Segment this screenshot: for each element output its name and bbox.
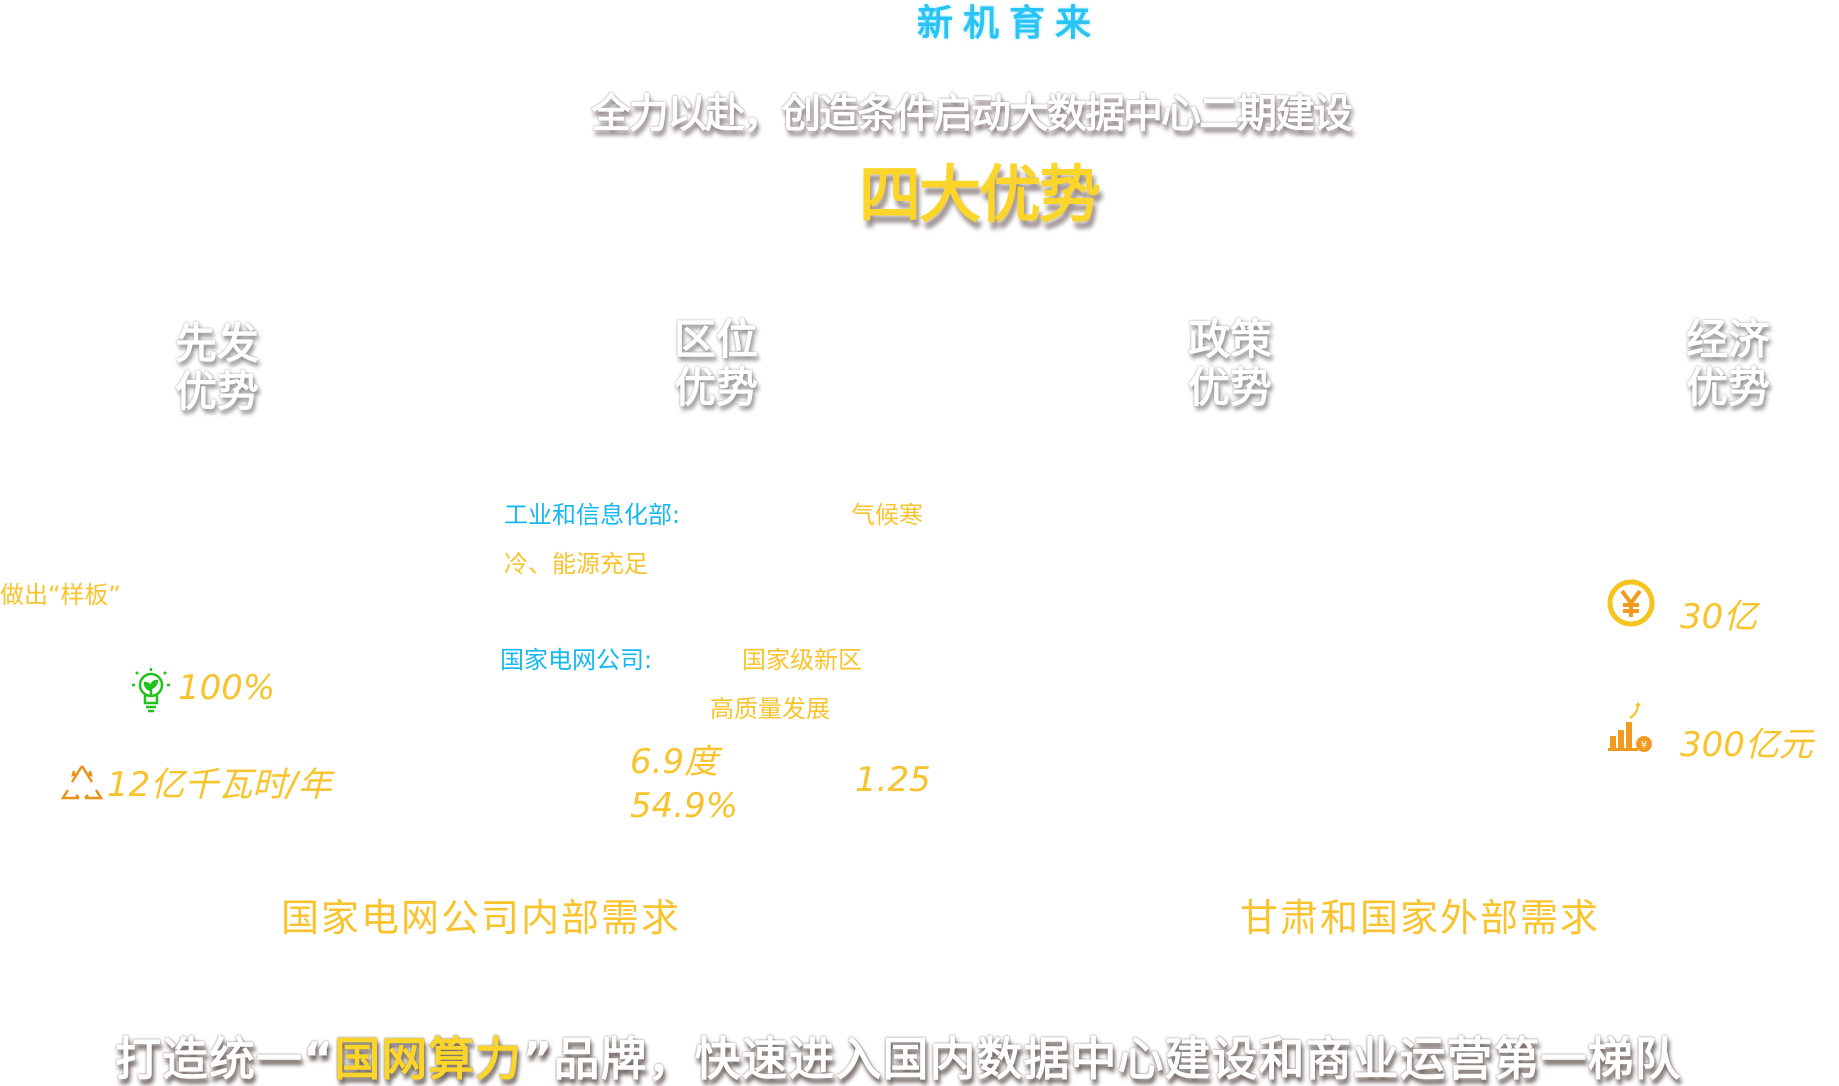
section-title: 四大优势	[858, 158, 1101, 231]
advantage-line1: 区位	[673, 315, 759, 364]
energy-saving-value: 12亿千瓦时/年	[107, 765, 332, 805]
price-ratio: 54.9%	[630, 786, 739, 826]
slogan-brand: 国网算力	[334, 1032, 523, 1086]
electricity-price: 6.9度	[630, 742, 719, 782]
external-demand: 甘肃和国家外部需求	[1240, 896, 1601, 940]
miit-value-1: 气候寒	[851, 501, 923, 529]
sgcc-label: 国家电网公司:	[500, 646, 653, 674]
advantage-line2: 优势	[673, 363, 759, 412]
advantage-line2: 优势	[1685, 363, 1771, 412]
yen-coin-icon	[1606, 578, 1656, 628]
sgcc-value-2: 高质量发展	[710, 695, 830, 723]
advantage-policy: 政策 优势	[1188, 316, 1272, 412]
output-value: 300亿元	[1680, 725, 1813, 765]
investment-value: 30亿	[1680, 597, 1758, 637]
advantage-line1: 先发	[174, 319, 260, 368]
advantage-line2: 优势	[174, 367, 260, 416]
advantage-line1: 政策	[1187, 315, 1273, 364]
miit-value-2: 冷、能源充足	[504, 550, 648, 578]
pue-value: 1.25	[855, 760, 931, 800]
slogan: 打造统一“国网算力”品牌，快速进入国内数据中心建设和商业运营第一梯队	[115, 1036, 1681, 1082]
growth-chart-icon: ¥	[1608, 702, 1656, 754]
advantage-line1: 经济	[1685, 315, 1771, 364]
svg-text:¥: ¥	[1641, 740, 1647, 751]
first-mover-note: 做出“样板”	[0, 581, 121, 609]
lightbulb-icon	[130, 666, 172, 716]
recycle-icon	[60, 762, 104, 806]
slogan-suffix: ”品牌，快速进入国内数据中心建设和商业运营第一梯队	[522, 1032, 1682, 1086]
slogan-prefix: 打造统一“	[115, 1032, 335, 1086]
kicker-title: 新机育来	[916, 3, 1102, 44]
advantage-location: 区位 优势	[674, 316, 758, 412]
internal-demand: 国家电网公司内部需求	[281, 896, 682, 940]
green-energy-value: 100%	[178, 668, 276, 708]
headline: 全力以赴，创造条件启动大数据中心二期建设	[591, 91, 1353, 137]
advantage-economy: 经济 优势	[1686, 316, 1770, 412]
advantage-first-mover: 先发 优势	[175, 320, 259, 416]
miit-label: 工业和信息化部:	[504, 501, 681, 529]
advantage-line2: 优势	[1187, 363, 1273, 412]
sgcc-value-1: 国家级新区	[742, 646, 862, 674]
